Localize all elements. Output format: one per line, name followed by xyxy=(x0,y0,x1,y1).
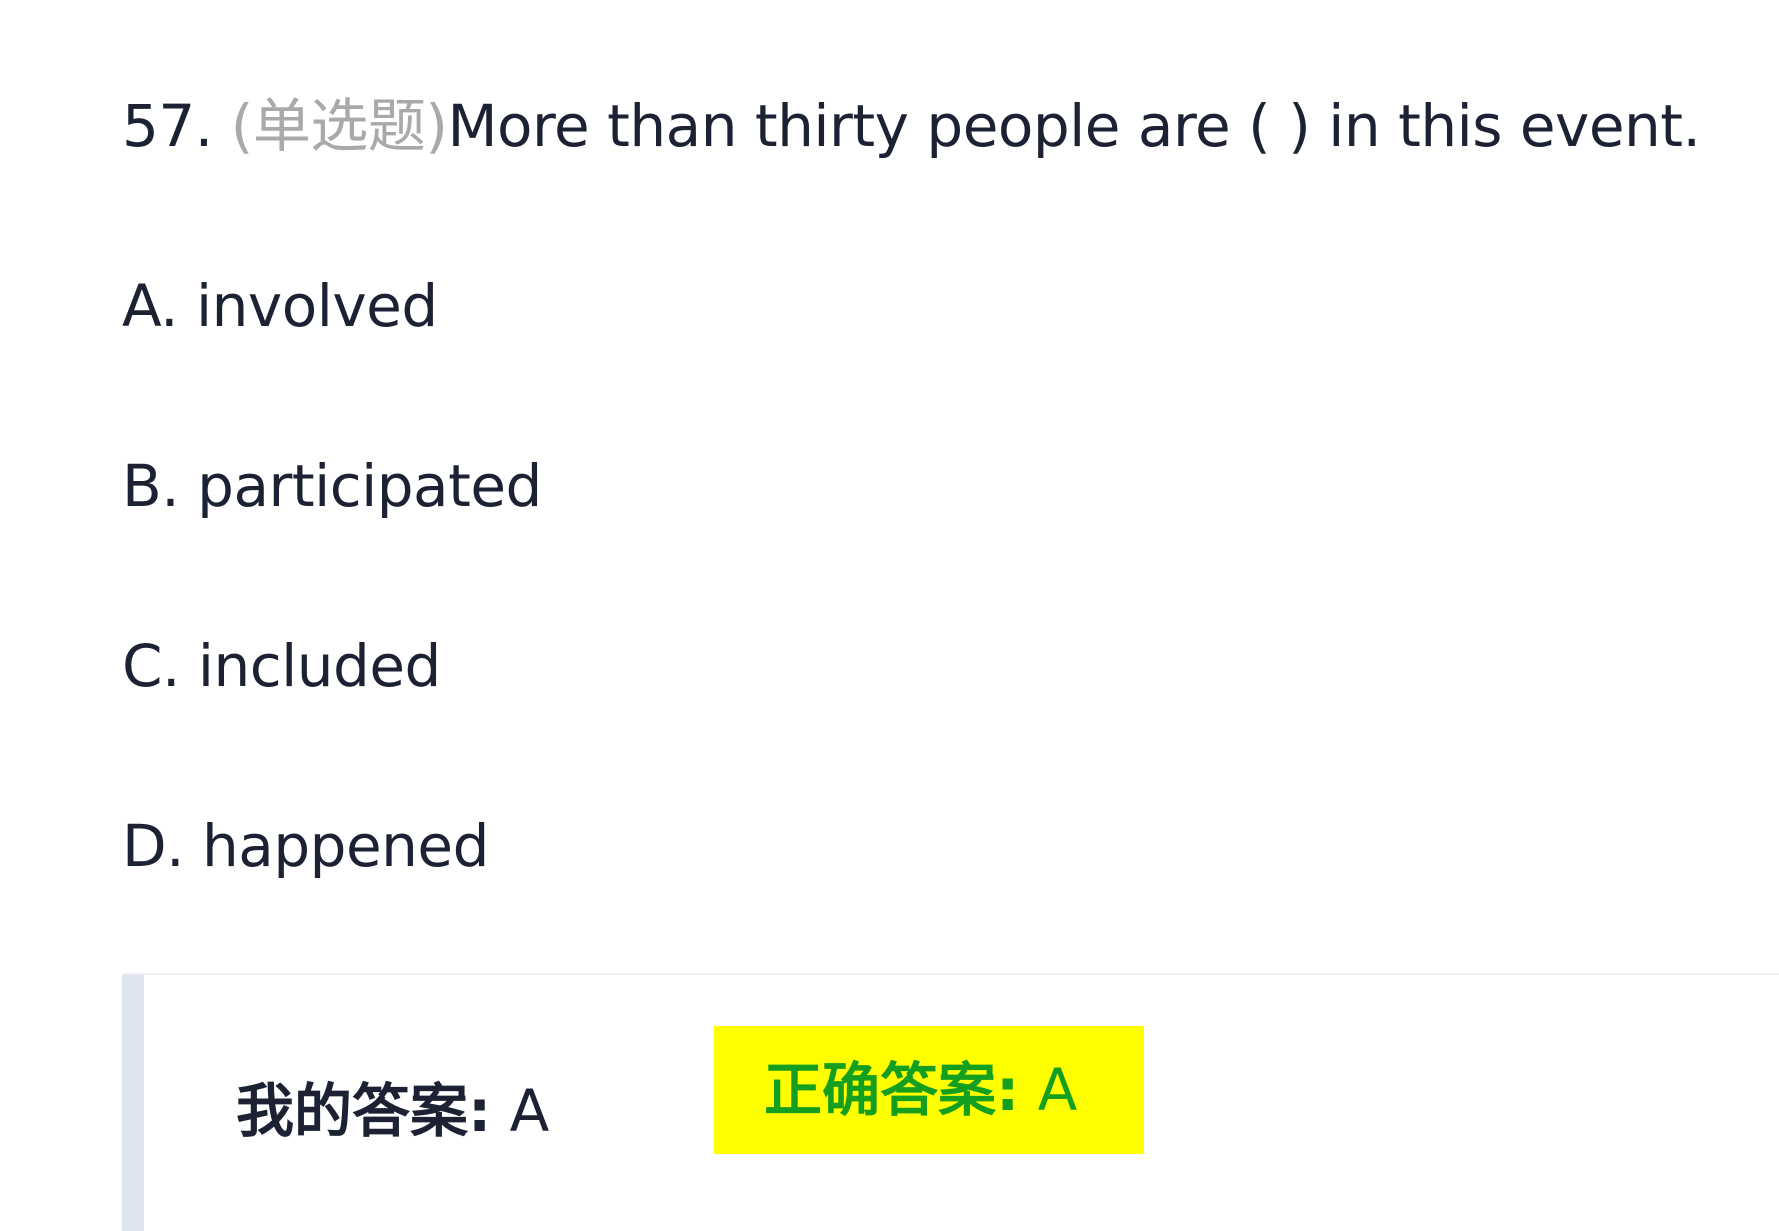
question-title: 57. (单选题)More than thirty people are ( )… xyxy=(122,86,1701,166)
option-c: C. included xyxy=(122,632,441,700)
my-answer-label: 我的答案: xyxy=(236,1077,492,1145)
option-a: A. involved xyxy=(122,272,438,340)
my-answer: 我的答案: A xyxy=(236,1071,549,1151)
correct-answer-value: A xyxy=(1019,1056,1078,1124)
question-number: 57. xyxy=(122,92,231,160)
question-text: More than thirty people are ( ) in this … xyxy=(447,92,1701,160)
answer-panel-bar xyxy=(122,975,144,1231)
option-d: D. happened xyxy=(122,812,489,880)
correct-answer-label: 正确答案: xyxy=(764,1056,1020,1124)
correct-answer: 正确答案: A xyxy=(714,1026,1144,1154)
my-answer-value: A xyxy=(491,1077,550,1145)
question-type: (单选题) xyxy=(230,92,448,160)
option-b: B. participated xyxy=(122,452,542,520)
answer-panel: 我的答案: A 正确答案: A xyxy=(122,973,1779,1231)
